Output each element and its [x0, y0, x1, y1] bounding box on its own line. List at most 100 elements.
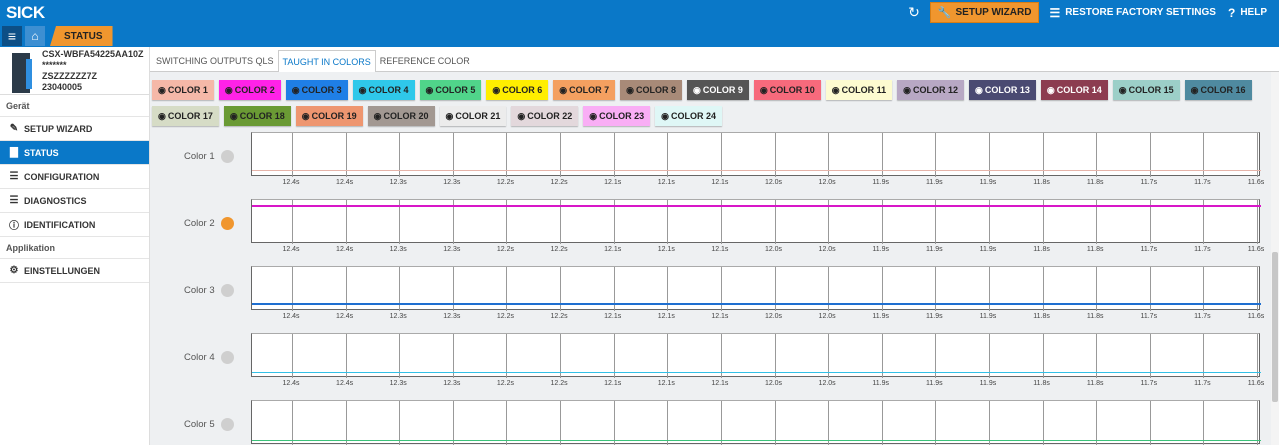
tick-label: 12.1s [711, 246, 729, 253]
color-chip-label: COLOR 20 [383, 111, 429, 121]
hamburger-menu-icon[interactable]: ≡ [2, 26, 22, 46]
color-chip-5[interactable]: ◉ COLOR 5 [419, 80, 482, 100]
device-image [6, 53, 36, 93]
tick-label: 12.2s [496, 179, 514, 186]
color-chip-4[interactable]: ◉ COLOR 4 [352, 80, 415, 100]
eye-icon: ◉ [559, 84, 568, 95]
color-chip-11[interactable]: ◉ COLOR 11 [825, 80, 893, 100]
color-chip-label: COLOR 12 [912, 85, 958, 95]
top-actions: ↻ 🔧 SETUP WIZARD ☰ RESTORE FACTORY SETTI… [908, 0, 1279, 25]
color-chip-19[interactable]: ◉ COLOR 19 [295, 106, 363, 126]
tab-bar: SWITCHING OUTPUTS QLS TAUGHT IN COLORS R… [150, 47, 1279, 72]
grid-line [1203, 200, 1205, 244]
color-chip-16[interactable]: ◉ COLOR 16 [1184, 80, 1252, 100]
sidebar-item-einstellungen[interactable]: ⚙ EINSTELLUNGEN [0, 259, 149, 283]
tick-label: 11.9s [926, 179, 943, 186]
tab-taught-in-colors[interactable]: TAUGHT IN COLORS [277, 50, 376, 72]
eye-icon: ◉ [425, 84, 434, 95]
color-chip-8[interactable]: ◉ COLOR 8 [620, 80, 682, 100]
color-chip-14[interactable]: ◉ COLOR 14 [1040, 80, 1108, 100]
time-axis: 12.4s 12.4s 12.3s 12.3s 12.2s 12.2s 12.1s 12.1s… [251, 380, 1264, 390]
color-chip-3[interactable]: ◉ COLOR 3 [285, 80, 348, 100]
sidebar-item-setup-wizard[interactable]: ✎ SETUP WIZARD [0, 117, 149, 141]
tick-label: 11.7s [1194, 246, 1211, 253]
color-chip-21[interactable]: ◉ COLOR 21 [439, 106, 507, 126]
color-chip-17[interactable]: ◉ COLOR 17 [152, 106, 219, 126]
sidebar-item-label: DIAGNOSTICS [24, 195, 87, 206]
device-details: CSX-WBFA54225AA10Z ******* ZSZZZZZZ7Z 23… [42, 49, 144, 93]
eye-icon: ◉ [291, 84, 300, 95]
grid-line [292, 200, 293, 244]
color-chip-13[interactable]: ◉ COLOR 13 [969, 80, 1036, 100]
restore-factory-settings-button[interactable]: ☰ RESTORE FACTORY SETTINGS [1049, 6, 1216, 20]
tick-label: 11.9s [872, 380, 890, 387]
tab-reference-color[interactable]: REFERENCE COLOR [376, 51, 474, 71]
color-chip-24[interactable]: ◉ COLOR 24 [655, 106, 722, 126]
color-chip-label: COLOR 1 [167, 85, 208, 95]
grid-line [1096, 200, 1098, 244]
color-row-4: Color 4 12.4s 12.4s 12.3s 12.3s 12.2s 12.2s 12.… [150, 333, 1279, 395]
time-axis: 12.4s 12.4s 12.3s 12.3s 12.2s 12.2s 12.1s 12.1s… [251, 246, 1264, 256]
grid-line [345, 401, 347, 445]
sidebar-item-label: EINSTELLUNGEN [24, 265, 101, 276]
tick-label: 12.4s [336, 380, 354, 387]
tick-label: 11.9s [979, 380, 997, 387]
breadcrumb-status[interactable]: STATUS [50, 26, 113, 46]
tick-label: 12.2s [550, 380, 568, 387]
color-chip-22[interactable]: ◉ COLOR 22 [511, 106, 579, 126]
eye-icon: ◉ [492, 84, 501, 95]
color-chip-6[interactable]: ◉ COLOR 6 [486, 80, 549, 100]
sidebar-item-diagnostics[interactable]: ☰ DIAGNOSTICS [0, 189, 149, 213]
grid-line [828, 200, 830, 244]
sidebar-item-label: STATUS [24, 147, 59, 158]
sidebar-item-identification[interactable]: ⓘ IDENTIFICATION [0, 213, 149, 237]
eye-icon: ◉ [589, 110, 598, 121]
color-row-name: Color 1 [184, 151, 215, 162]
eye-icon: ◉ [224, 84, 233, 95]
tick-label: 12.4s [282, 246, 300, 253]
eye-icon: ◉ [158, 84, 166, 95]
color-chip-9[interactable]: ◉ COLOR 9 [687, 80, 749, 100]
color-chip-15[interactable]: ◉ COLOR 15 [1112, 80, 1180, 100]
eye-icon: ◉ [229, 110, 238, 121]
color-chip-23[interactable]: ◉ COLOR 23 [583, 106, 651, 126]
color-plot [251, 132, 1261, 177]
tick-label: 12.4s [336, 313, 354, 320]
device-info: CSX-WBFA54225AA10Z ******* ZSZZZZZZ7Z 23… [0, 47, 149, 95]
tab-switching-outputs[interactable]: SWITCHING OUTPUTS QLS [152, 51, 278, 71]
color-chip-12[interactable]: ◉ COLOR 12 [897, 80, 964, 100]
tick-label: 12.3s [389, 246, 407, 253]
setup-wizard-button[interactable]: 🔧 SETUP WIZARD [929, 2, 1040, 23]
tick-label: 12.3s [443, 313, 461, 320]
help-button[interactable]: ? HELP [1228, 6, 1267, 20]
sidebar-item-configuration[interactable]: ☰ CONFIGURATION [0, 165, 149, 189]
tick-label: 12.1s [604, 313, 622, 320]
tick-label: 11.8s [1086, 246, 1104, 253]
refresh-icon[interactable]: ↻ [908, 4, 920, 21]
scrollbar-thumb[interactable] [1272, 252, 1278, 402]
tick-label: 12.1s [604, 179, 622, 186]
tick-label: 12.3s [389, 179, 407, 186]
grid-line [292, 401, 293, 445]
color-chip-18[interactable]: ◉ COLOR 18 [223, 106, 291, 126]
scrollbar[interactable] [1271, 72, 1279, 445]
grid-line [1203, 401, 1205, 445]
home-icon[interactable]: ⌂ [25, 26, 45, 46]
color-chip-20[interactable]: ◉ COLOR 20 [367, 106, 435, 126]
tick-label: 12.2s [496, 246, 514, 253]
sidebar-item-status[interactable]: ▇ STATUS [0, 141, 149, 165]
color-chip-label: COLOR 21 [455, 111, 501, 121]
grid-line [452, 401, 454, 445]
color-chip-1[interactable]: ◉ COLOR 1 [152, 80, 214, 100]
color-chip-label: COLOR 18 [239, 111, 285, 121]
tick-label: 12.0s [764, 179, 783, 186]
color-chip-2[interactable]: ◉ COLOR 2 [218, 80, 281, 100]
series-line [252, 205, 1261, 207]
grid-line [720, 200, 722, 244]
color-chip-10[interactable]: ◉ COLOR 10 [753, 80, 821, 100]
color-chip-7[interactable]: ◉ COLOR 7 [553, 80, 616, 100]
tick-label: 11.7s [1194, 380, 1211, 387]
time-axis: 12.4s 12.4s 12.3s 12.3s 12.2s 12.2s 12.1s 12.1s… [251, 179, 1264, 189]
tick-label: 11.9s [926, 313, 943, 320]
grid-line [345, 200, 347, 244]
